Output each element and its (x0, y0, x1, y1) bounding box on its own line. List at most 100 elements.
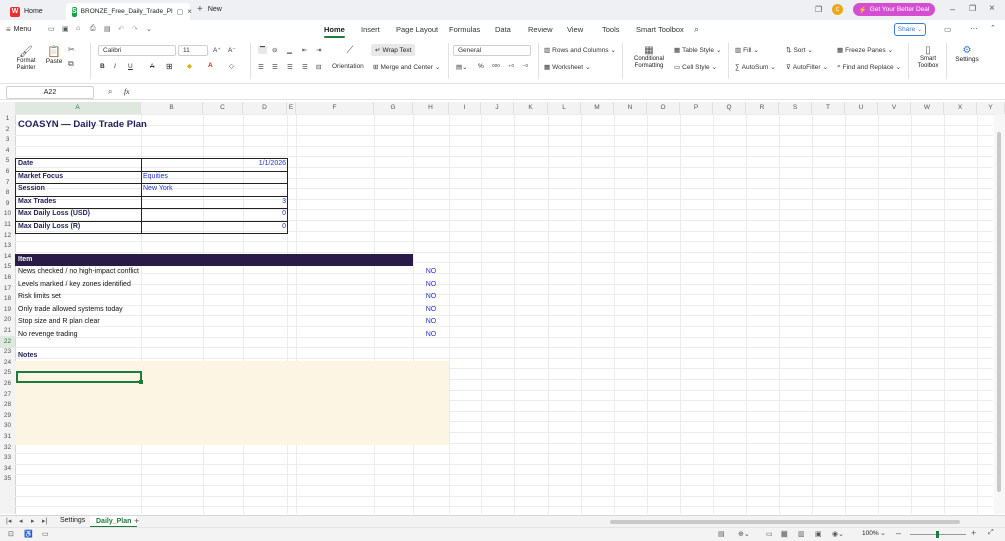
column-header[interactable]: A (15, 102, 141, 114)
column-header[interactable]: E (287, 102, 296, 114)
share-doc-icon[interactable]: ⌂ (76, 25, 80, 32)
accessibility-icon[interactable]: ♿ (24, 530, 33, 538)
info-label[interactable]: Date (18, 158, 33, 170)
fx-icon[interactable]: fx (124, 87, 129, 96)
last-sheet-icon[interactable]: ▸| (42, 517, 47, 525)
info-value[interactable]: New York (143, 183, 173, 195)
column-header[interactable]: C (203, 102, 243, 114)
column-header[interactable]: M (581, 102, 614, 114)
zoom-out-icon[interactable]: – (896, 528, 901, 538)
vertical-scrollbar[interactable] (994, 114, 1005, 514)
protect-icon[interactable]: ▤ (718, 530, 725, 538)
info-label[interactable]: Market Focus (18, 171, 63, 183)
column-header[interactable]: K (514, 102, 548, 114)
tab-smart-toolbox[interactable]: Smart Toolbox (636, 25, 684, 34)
column-header[interactable]: G (374, 102, 413, 114)
sheet-tab-settings[interactable]: Settings (60, 517, 85, 524)
deal-button[interactable]: ⚡ Get Your Better Deal (853, 3, 935, 16)
window-icon[interactable]: ❐ (815, 5, 822, 14)
column-header[interactable]: S (779, 102, 812, 114)
column-header[interactable]: Y (977, 102, 1005, 114)
formula-input[interactable] (140, 86, 1000, 97)
indent-decrease-icon[interactable]: ⇤ (302, 46, 307, 54)
column-header[interactable]: T (812, 102, 845, 114)
checklist-item[interactable]: Risk limits set (18, 291, 61, 303)
strikethrough-icon[interactable]: A (150, 63, 154, 70)
align-top-icon[interactable]: ▔ (258, 46, 267, 54)
undo-icon[interactable]: ↶ (118, 25, 124, 33)
print-preview-icon[interactable]: ▤ (104, 25, 111, 33)
checklist-item[interactable]: No revenge trading (18, 329, 78, 341)
conditional-formatting-button[interactable]: ▦ Conditional Formatting (628, 45, 670, 70)
zoom-formula-icon[interactable]: ⌕ (108, 87, 112, 97)
tab-formulas[interactable]: Formulas (449, 25, 480, 34)
reading-mode-icon[interactable]: ◉⌄ (832, 530, 844, 538)
autofilter-button[interactable]: ⊽ AutoFilter ⌄ (786, 63, 828, 72)
zoom-dropdown-icon[interactable]: ⌄ (880, 529, 886, 537)
align-middle-icon[interactable]: ⊖ (272, 46, 277, 54)
close-tab-icon[interactable]: × (187, 7, 192, 16)
monitor-icon[interactable]: ▢ (177, 8, 184, 16)
smart-toolbox-button[interactable]: ▯ Smart Toolbox (913, 45, 943, 70)
currency-icon[interactable]: ▤⌄ (456, 63, 468, 71)
increase-decimal-icon[interactable]: ⁺⁰ (508, 63, 514, 71)
column-header[interactable]: U (845, 102, 878, 114)
clear-format-icon[interactable]: ◇ (229, 62, 234, 70)
indent-increase-icon[interactable]: ⇥ (316, 46, 321, 54)
align-center-icon[interactable]: ☰ (272, 63, 278, 71)
table-style-button[interactable]: ▦ Table Style ⌄ (674, 46, 721, 55)
item-header[interactable]: Item (18, 254, 32, 266)
print-icon[interactable]: ⎙ (90, 25, 96, 33)
number-format-select[interactable]: General (453, 45, 531, 56)
bold-icon[interactable]: B (100, 63, 105, 70)
sort-button[interactable]: ⇅ Sort ⌄ (786, 46, 813, 55)
cell-mode-icon[interactable]: ⊕⌄ (738, 530, 750, 538)
info-value[interactable]: Equities (143, 171, 168, 183)
cut-icon[interactable]: ✂ (68, 45, 75, 54)
home-tab[interactable]: W Home (4, 3, 62, 20)
info-label[interactable]: Session (18, 183, 45, 195)
column-header[interactable]: V (878, 102, 911, 114)
name-box[interactable]: A22 (6, 86, 94, 99)
paste-button[interactable]: 📋 Paste (42, 45, 66, 65)
info-value[interactable]: 0 (143, 221, 286, 233)
rows-columns-button[interactable]: ▥ Rows and Columns ⌄ (544, 46, 616, 55)
horizontal-scroll-thumb[interactable] (610, 520, 960, 524)
column-header[interactable]: N (614, 102, 647, 114)
checklist-status[interactable]: NO (414, 291, 448, 303)
share-button[interactable]: Share ⌄ (894, 23, 926, 36)
minimize-icon[interactable]: – (950, 4, 955, 14)
cell-style-button[interactable]: ▭ Cell Style ⌄ (674, 63, 717, 72)
prev-sheet-icon[interactable]: ◂ (19, 517, 23, 525)
tab-page-layout[interactable]: Page Layout (396, 25, 438, 34)
checklist-status[interactable]: NO (414, 266, 448, 278)
selected-cell[interactable] (16, 371, 142, 383)
comma-icon[interactable]: ⁰⁰⁰ (492, 63, 500, 71)
new-tab-button[interactable]: + New (197, 4, 222, 15)
copy-icon[interactable]: ⧉ (68, 59, 74, 69)
more-icon[interactable]: ⌄ (146, 25, 152, 33)
sheet-title[interactable]: COASYN — Daily Trade Plan (18, 118, 147, 132)
macro-icon[interactable]: ⊡ (8, 530, 14, 538)
font-size-select[interactable]: 11 (178, 45, 208, 56)
orientation-button[interactable]: ⟋ (332, 45, 368, 56)
restore-icon[interactable]: ❐ (969, 4, 976, 13)
tab-review[interactable]: Review (528, 25, 553, 34)
info-label[interactable]: Max Daily Loss (R) (18, 221, 80, 233)
layout-icon[interactable]: ▭ (42, 530, 49, 538)
increase-font-icon[interactable]: A⁺ (213, 46, 221, 54)
align-right-icon[interactable]: ☰ (287, 63, 293, 71)
fullscreen-icon[interactable]: ⤢ (988, 529, 994, 537)
add-sheet-icon[interactable]: + (134, 516, 139, 526)
info-value[interactable]: 1/1/2026 (143, 158, 286, 170)
worksheet-button[interactable]: ▦ Worksheet ⌄ (544, 63, 591, 72)
column-header[interactable]: B (141, 102, 203, 114)
page-break-view-icon[interactable]: ▣ (815, 530, 822, 538)
column-header[interactable]: W (911, 102, 944, 114)
column-header[interactable]: H (413, 102, 449, 114)
freeze-panes-button[interactable]: ▦ Freeze Panes ⌄ (837, 46, 893, 55)
info-label[interactable]: Max Trades (18, 196, 56, 208)
info-value[interactable]: 3 (143, 196, 286, 208)
close-window-icon[interactable]: × (989, 3, 995, 14)
file-tab[interactable]: S BRONZE_Free_Daily_Trade_Pl ▢ × (66, 3, 192, 20)
